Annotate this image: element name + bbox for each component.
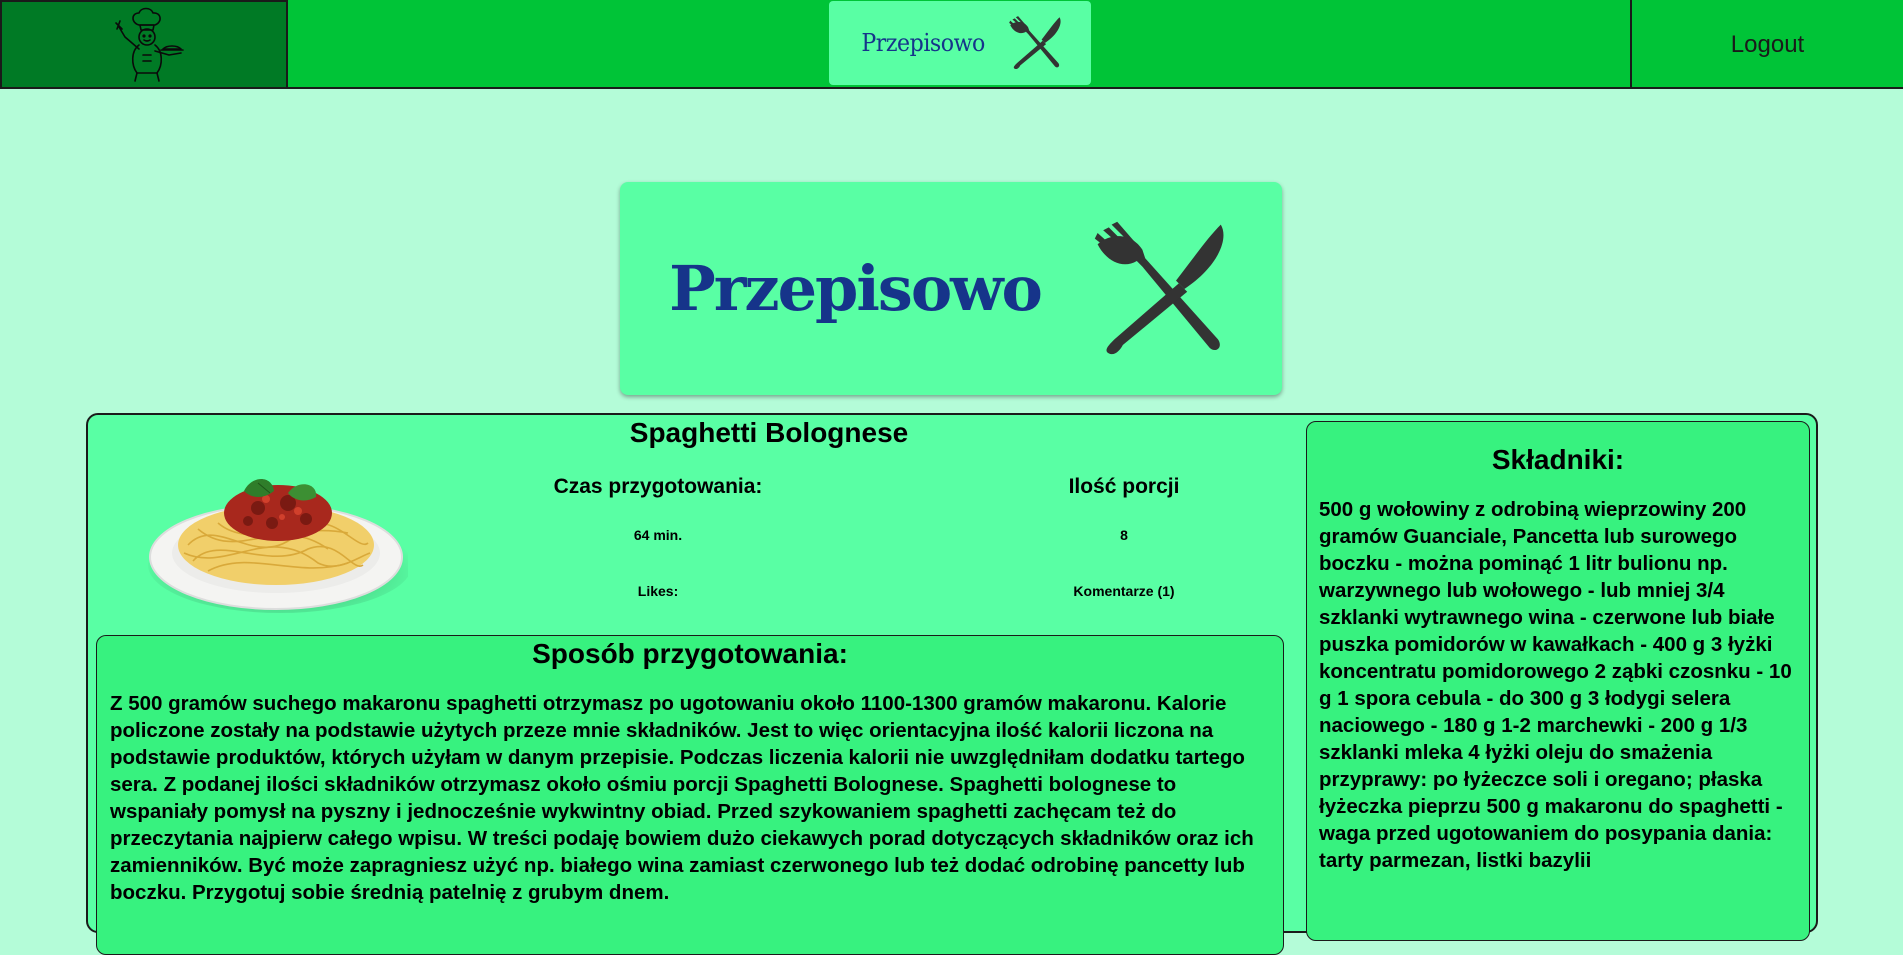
navbar: Przepisowo Logout <box>0 0 1903 89</box>
brand-name: Przepisowo <box>861 29 985 57</box>
ingredients-heading: Składniki: <box>1491 444 1625 475</box>
comments-block[interactable]: Komentarze (1) <box>994 583 1254 599</box>
logout-area: Logout <box>1630 0 1903 89</box>
chef-icon <box>115 7 184 82</box>
servings-label: Ilość porcji <box>1068 475 1180 498</box>
likes-block[interactable]: Likes: <box>528 583 788 599</box>
fork-knife-icon <box>1094 221 1224 354</box>
recipe-title: Spaghetti Bolognese <box>629 417 909 448</box>
home-link[interactable] <box>0 0 288 89</box>
brand-logo-small[interactable]: Przepisowo <box>829 1 1091 85</box>
preparation-text: Z 500 gramów suchego makaronu spaghetti … <box>110 692 1254 904</box>
likes-label[interactable]: Likes: <box>528 583 788 599</box>
preparation-section: Sposób przygotowania: Z 500 gramów suche… <box>96 635 1284 955</box>
prep-time-label: Czas przygotowania: <box>553 475 763 498</box>
preparation-heading: Sposób przygotowania: <box>532 638 848 669</box>
servings-value-block: 8 <box>994 527 1254 543</box>
servings-value: 8 <box>1120 527 1128 543</box>
comments-link[interactable]: Komentarze (1) <box>994 583 1254 599</box>
prep-time-block: Czas przygotowania: <box>528 475 788 499</box>
brand-logo-large: Przepisowo <box>620 182 1282 395</box>
prep-time-value: 64 min. <box>633 527 683 543</box>
brand-name-large: Przepisowo <box>669 252 1043 325</box>
ingredients-section: Składniki: 500 g wołowiny z odrobiną wie… <box>1306 421 1810 941</box>
spaghetti-plate-image <box>148 479 408 613</box>
logout-button[interactable]: Logout <box>1731 31 1804 59</box>
ingredients-text: 500 g wołowiny z odrobiną wieprzowiny 20… <box>1319 498 1792 872</box>
recipe-card: Spaghetti Bolognese Czas przygotowania: … <box>86 413 1818 955</box>
servings-block: Ilość porcji <box>994 475 1254 499</box>
prep-time-value-block: 64 min. <box>528 527 788 543</box>
fork-knife-icon <box>1009 16 1061 70</box>
